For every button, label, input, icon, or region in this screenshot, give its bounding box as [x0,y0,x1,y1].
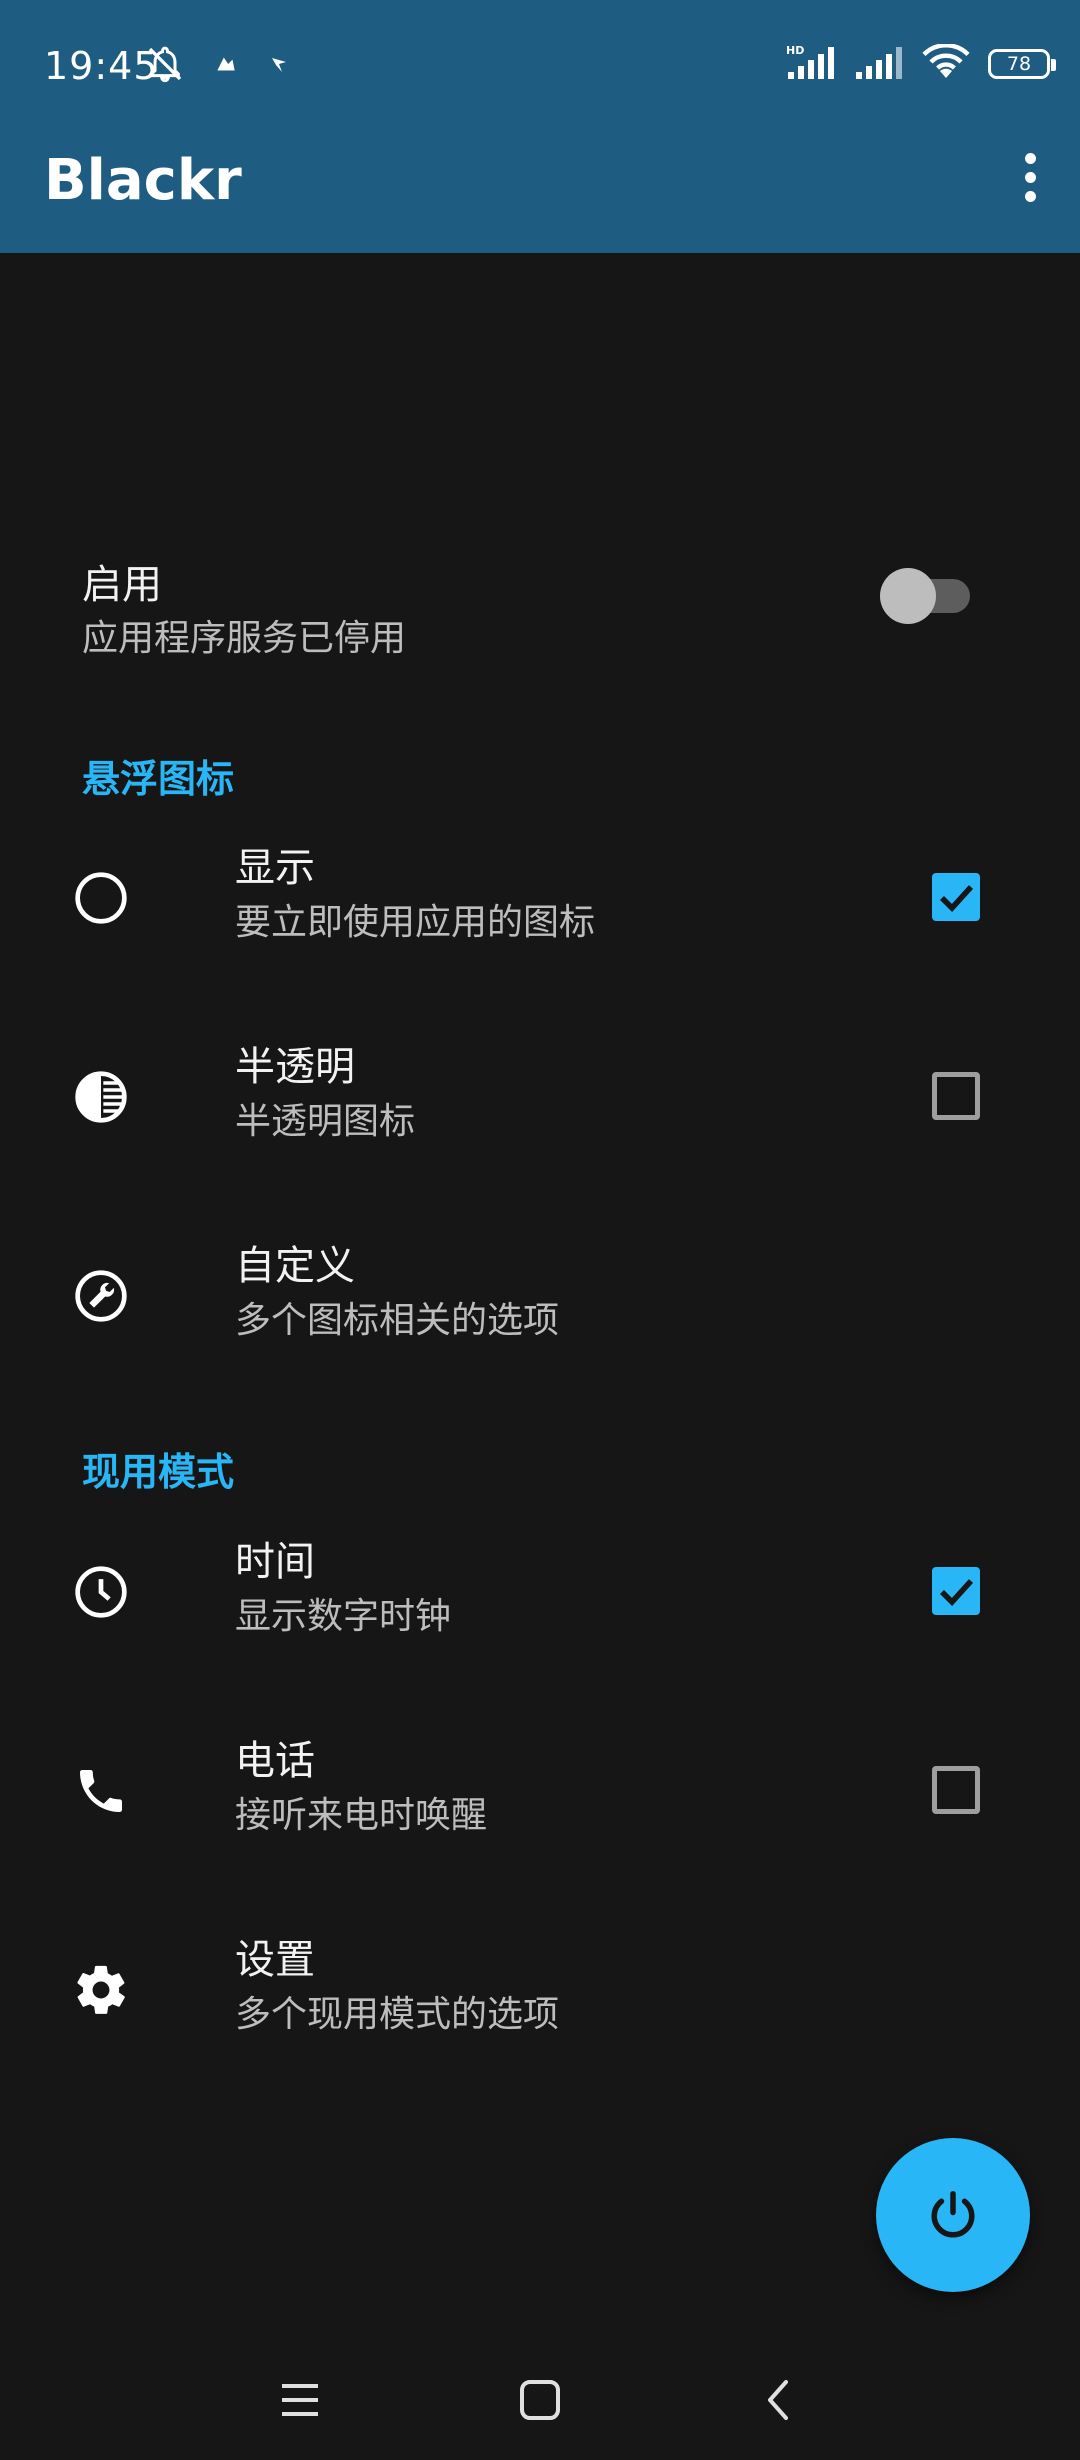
pref-row-customize[interactable]: 自定义 多个图标相关的选项 [0,1223,1080,1363]
battery-level: 78 [1006,53,1032,75]
pref-title: 半透明 [235,1044,355,1090]
switch-thumb [880,568,936,624]
pref-subtitle: 多个现用模式的选项 [235,1994,560,2035]
enable-title: 启用 [82,562,162,608]
section-header-active-mode: 现用模式 [82,1450,235,1494]
power-icon [931,2191,975,2238]
pref-row-show[interactable]: 显示 要立即使用应用的图标 [0,825,1080,965]
more-vert-icon [1024,152,1036,164]
pref-subtitle: 半透明图标 [235,1101,416,1142]
check-icon [940,885,974,913]
status-time: 19:45 [44,44,159,88]
pref-row-translucent[interactable]: 半透明 半透明图标 [0,1024,1080,1164]
back-nav-button[interactable] [748,2370,808,2430]
pref-row-time[interactable]: 时间 显示数字时钟 [0,1519,1080,1659]
pref-subtitle: 要立即使用应用的图标 [235,902,596,943]
pref-row-phone[interactable]: 电话 接听来电时唤醒 [0,1718,1080,1858]
signal-icon [856,44,904,84]
pref-subtitle: 接听来电时唤醒 [235,1795,488,1836]
back-icon [768,2380,788,2420]
bell-off-icon [145,44,185,88]
menu-nav-button[interactable] [270,2370,330,2430]
overflow-menu-button[interactable] [1000,142,1060,212]
phone-checkbox[interactable] [932,1766,980,1814]
home-square-icon [520,2380,560,2420]
notification-app-icon [213,51,239,81]
home-nav-button[interactable] [510,2370,570,2430]
notification-app-icon-2 [267,52,291,80]
pref-subtitle: 显示数字时钟 [235,1596,452,1637]
wrench-icon [68,1263,134,1329]
enable-switch[interactable] [880,568,970,624]
pref-title: 时间 [235,1539,315,1585]
circle-outline-icon [68,865,134,931]
app-title: Blackr [44,148,242,213]
hd-signal-icon: HD [786,44,838,84]
gear-icon [68,1957,134,2023]
menu-icon [282,2384,318,2416]
status-icons-left [145,44,291,88]
pref-title: 电话 [235,1738,315,1784]
opacity-icon [68,1064,134,1130]
time-checkbox[interactable] [932,1567,980,1615]
pref-title: 显示 [235,845,315,891]
section-header-floating-icon: 悬浮图标 [82,757,235,801]
status-icons-right: HD 78 [786,43,1056,84]
pref-subtitle: 多个图标相关的选项 [235,1300,560,1341]
system-nav-bar [0,2340,1080,2460]
battery-icon: 78 [988,49,1056,79]
check-icon [940,1579,974,1607]
power-fab-button[interactable] [876,2138,1030,2292]
clock-icon [68,1559,134,1625]
pref-title: 设置 [235,1937,315,1983]
enable-subtitle: 应用程序服务已停用 [82,618,407,659]
enable-row[interactable]: 启用 应用程序服务已停用 [0,530,1080,660]
phone-icon [68,1758,134,1824]
translucent-checkbox[interactable] [932,1072,980,1120]
show-checkbox[interactable] [932,873,980,921]
top-bar: 19:45 HD 78 Blackr [0,0,1080,253]
pref-title: 自定义 [235,1243,355,1289]
pref-row-settings[interactable]: 设置 多个现用模式的选项 [0,1917,1080,2057]
wifi-icon [922,43,970,84]
svg-text:HD: HD [786,44,804,57]
